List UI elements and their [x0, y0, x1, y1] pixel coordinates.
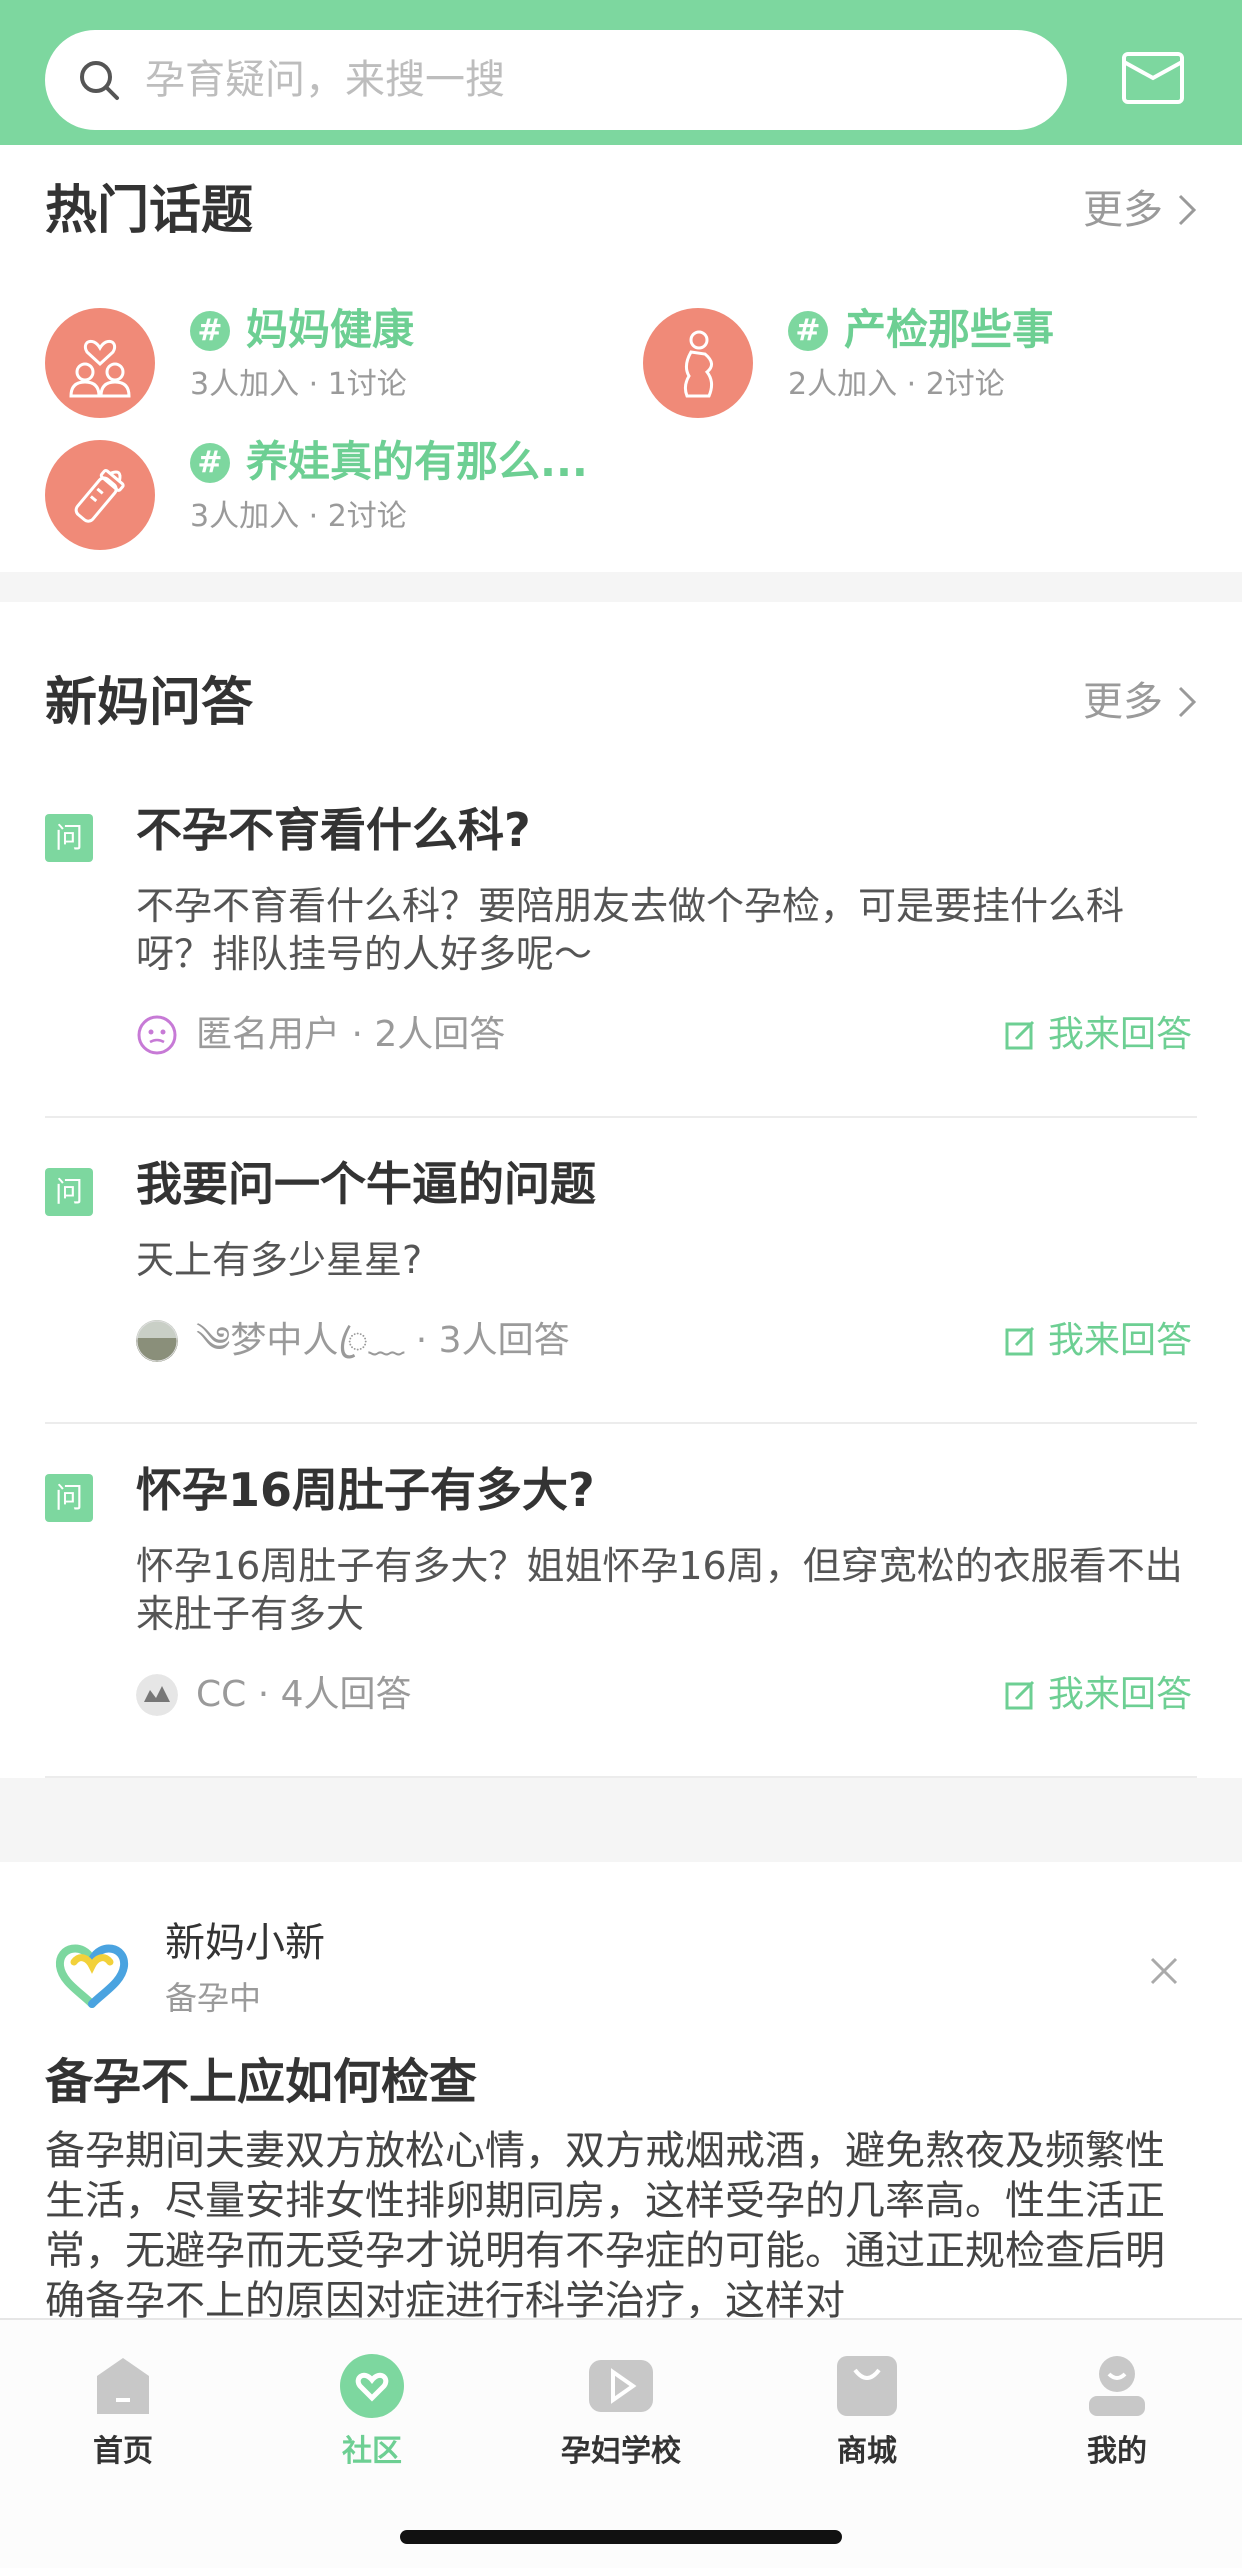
question-badge: 问 [45, 1168, 93, 1216]
chevron-right-icon [1178, 686, 1197, 718]
more-label: 更多 [1083, 187, 1163, 233]
qa-title: 新妈问答 [45, 673, 254, 733]
edit-icon [1005, 1326, 1035, 1356]
edit-icon [1005, 1680, 1035, 1710]
hot-topics-title: 热门话题 [45, 181, 254, 241]
user-avatar [136, 1674, 178, 1716]
topic-meta: 3人加入 · 1讨论 [190, 367, 407, 402]
close-icon[interactable] [1148, 1955, 1180, 1987]
tab-label: 孕妇学校 [561, 2434, 681, 2469]
question-title: 我要问一个牛逼的问题 [136, 1157, 596, 1211]
search-bar[interactable]: 孕育疑问，来搜一搜 [45, 30, 1067, 130]
section-gap [0, 1778, 1242, 1862]
question-badge: 问 [45, 814, 93, 862]
feed-author: 新妈小新 [165, 1920, 325, 1966]
topic-name: 妈妈健康 [246, 305, 415, 354]
hash-badge: # [190, 311, 230, 351]
question-user-meta: ༄梦中人ꦿ﹏ · 3人回答 [196, 1320, 570, 1361]
question-body: 不孕不育看什么科？要陪朋友去做个孕检，可是要挂什么科呀？排队挂号的人好多呢～ [136, 884, 1125, 976]
tab-home[interactable]: 首页 [23, 2352, 223, 2470]
question-badge: 问 [45, 1474, 93, 1522]
question-title: 怀孕16周肚子有多大? [136, 1463, 595, 1517]
answer-label: 我来回答 [1048, 1674, 1193, 1715]
top-header: 孕育疑问，来搜一搜 [0, 0, 1242, 145]
community-heart-icon [340, 2354, 404, 2418]
brand-logo-icon [55, 1944, 129, 2008]
anonymous-avatar-icon [137, 1015, 177, 1055]
home-icon [97, 2358, 149, 2414]
topic-meta: 2人加入 · 2讨论 [788, 367, 1005, 402]
section-gap [0, 572, 1242, 602]
tab-label: 商城 [837, 2434, 897, 2469]
answer-label: 我来回答 [1048, 1320, 1193, 1361]
tab-profile[interactable]: 我的 [1017, 2352, 1217, 2470]
shopping-bag-icon [837, 2356, 897, 2416]
user-avatar [136, 1320, 178, 1362]
tab-school[interactable]: 孕妇学校 [521, 2352, 721, 2470]
tab-label: 首页 [93, 2434, 153, 2469]
edit-icon [1005, 1020, 1035, 1050]
feed-title: 备孕不上应如何检查 [45, 2054, 478, 2110]
search-icon [80, 61, 119, 100]
mother-child-icon [45, 308, 155, 418]
pregnant-woman-icon [643, 308, 753, 418]
profile-icon [1089, 2356, 1145, 2416]
question-user-meta: CC · 4人回答 [196, 1674, 412, 1715]
hot-topics-more[interactable]: 更多 [1083, 186, 1197, 234]
mail-icon[interactable] [1122, 52, 1184, 104]
divider [45, 1116, 1197, 1118]
topic-name: 产检那些事 [844, 305, 1055, 354]
divider [45, 1422, 1197, 1424]
tab-shop[interactable]: 商城 [767, 2352, 967, 2470]
video-play-icon [589, 2360, 653, 2412]
chevron-right-icon [1178, 194, 1197, 226]
tab-label: 我的 [1087, 2434, 1147, 2469]
feed-stage: 备孕中 [165, 1979, 262, 2017]
hash-badge: # [788, 311, 828, 351]
baby-bottle-icon [45, 440, 155, 550]
question-body: 怀孕16周肚子有多大？姐姐怀孕16周，但穿宽松的衣服看不出来肚子有多大 [136, 1544, 1183, 1636]
answer-button[interactable]: 我来回答 [1004, 1673, 1192, 1717]
answer-button[interactable]: 我来回答 [1004, 1013, 1192, 1057]
question-title: 不孕不育看什么科? [136, 803, 531, 857]
feed-body: 备孕期间夫妻双方放松心情，双方戒烟戒酒，避免熬夜及频繁性生活，尽量安排女性排卵期… [45, 2128, 1165, 2324]
hash-badge: # [190, 443, 230, 483]
question-user-meta: 匿名用户 · 2人回答 [196, 1014, 506, 1055]
topic-name: 养娃真的有那么... [246, 437, 588, 486]
home-indicator [400, 2530, 842, 2544]
answer-label: 我来回答 [1048, 1014, 1193, 1055]
question-body: 天上有多少星星? [136, 1238, 423, 1282]
answer-button[interactable]: 我来回答 [1004, 1319, 1192, 1363]
tab-community[interactable]: 社区 [272, 2352, 472, 2470]
search-placeholder: 孕育疑问，来搜一搜 [145, 57, 505, 103]
tab-label: 社区 [342, 2434, 402, 2469]
more-label: 更多 [1083, 679, 1163, 725]
topic-meta: 3人加入 · 2讨论 [190, 499, 407, 534]
qa-more[interactable]: 更多 [1083, 678, 1197, 726]
